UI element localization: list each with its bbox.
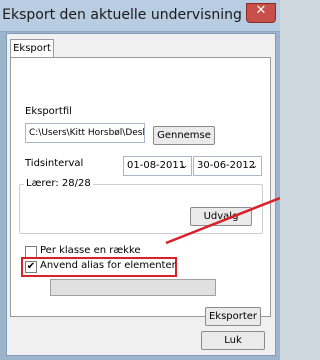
annotation-arrow [165,196,280,245]
arrow-line [165,196,280,245]
export-dialog: Eksport den aktuelle undervisning ✕ Eksp… [0,0,280,360]
